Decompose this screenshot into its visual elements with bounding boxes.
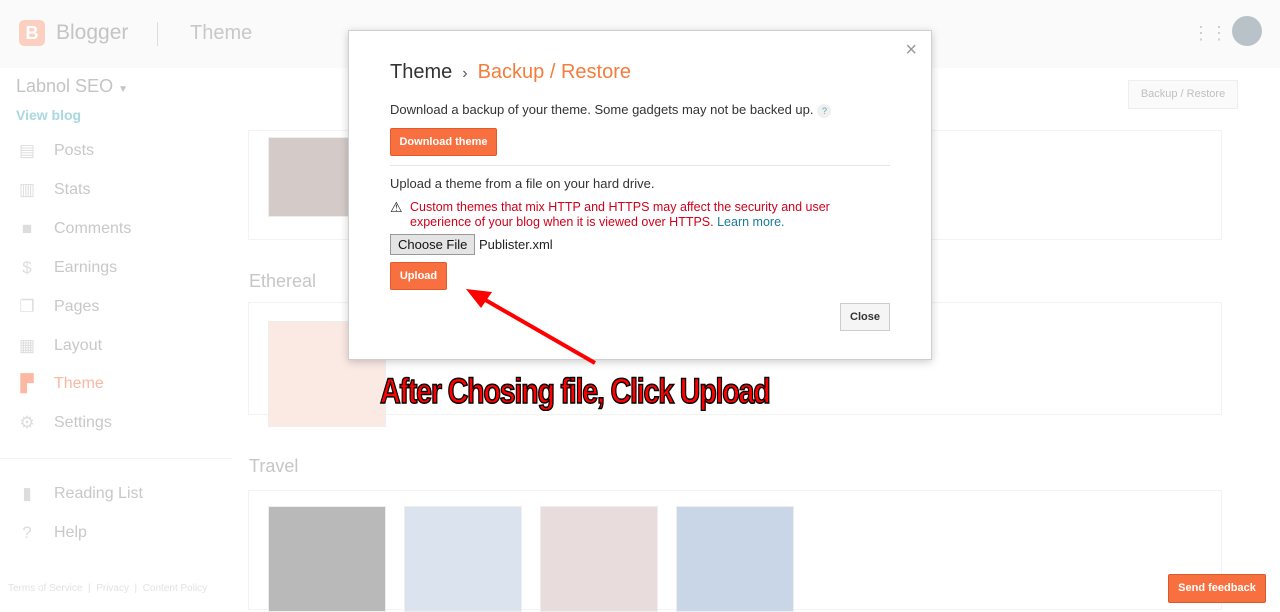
arrow-shaft (481, 296, 596, 365)
arrow-head (466, 289, 492, 308)
annotation-text: After Chosing file, Click Upload (379, 371, 771, 412)
send-feedback-button[interactable]: Send feedback (1168, 574, 1266, 603)
annotation-arrow (466, 289, 596, 365)
